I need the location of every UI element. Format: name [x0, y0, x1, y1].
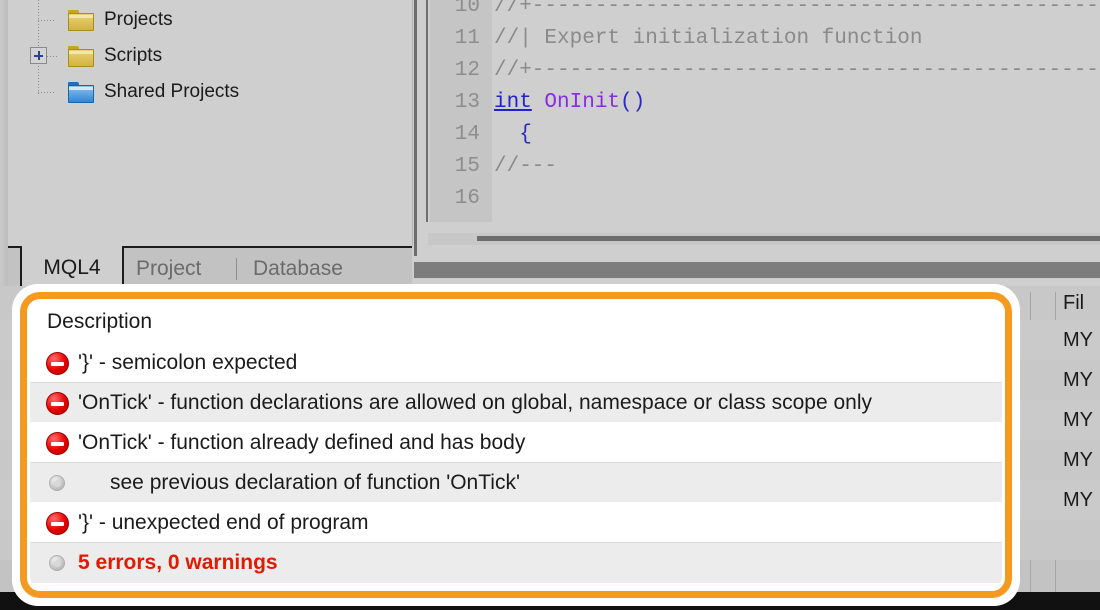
column-header-description[interactable]: Description [47, 310, 152, 334]
list-item-label: see previous declaration of function 'On… [110, 471, 520, 495]
list-item-label: '}' - semicolon expected [78, 351, 297, 375]
tree-item-label: Shared Projects [104, 81, 239, 103]
line-number: 12 [428, 59, 486, 82]
line-number: 10 [428, 0, 486, 18]
line-code-text: //| Expert initialization function [486, 27, 922, 50]
editor-horizontal-scrollbar-thumb[interactable] [477, 236, 1100, 241]
errors-summary-label: 5 errors, 0 warnings [78, 551, 278, 575]
line-number: 11 [428, 27, 486, 50]
error-icon [44, 391, 74, 415]
tab-mql4-label: MQL4 [43, 256, 100, 280]
list-item-label: '}' - unexpected end of program [78, 511, 369, 535]
column-header-file[interactable]: Fil [1063, 286, 1084, 320]
list-item[interactable]: 'OnTick' - function already defined and … [30, 422, 1002, 463]
tree-item-shared-projects[interactable]: Shared Projects [68, 74, 239, 110]
line-number: 13 [428, 91, 486, 114]
code-editor-panel: 10 //+----------------------------------… [414, 0, 1100, 256]
tree-guide-h-3 [38, 92, 54, 93]
code-line[interactable]: 11 //| Expert initialization function [428, 22, 922, 54]
line-number: 14 [428, 123, 486, 146]
line-code-text: //--- [486, 155, 557, 178]
error-icon [44, 511, 74, 535]
table-cell-file: MY [1063, 480, 1093, 520]
code-function-name: OnInit [544, 91, 620, 114]
tree-item-label: Projects [104, 9, 173, 31]
list-item[interactable]: '}' - semicolon expected [30, 342, 1002, 383]
code-editor-surface[interactable]: 10 //+----------------------------------… [426, 0, 1100, 222]
errors-list: Description '}' - semicolon expected 'On… [30, 302, 1002, 588]
tab-project-label: Project [136, 257, 201, 281]
list-item[interactable]: 'OnTick' - function declarations are all… [30, 382, 1002, 423]
list-item-label: 'OnTick' - function already defined and … [78, 431, 525, 455]
tree-item-label: Scripts [104, 45, 162, 67]
list-item[interactable]: see previous declaration of function 'On… [30, 462, 1002, 503]
table-cell-file: MY [1063, 360, 1093, 400]
navigator-tree-panel: Projects Scripts Shared Projects [8, 0, 413, 246]
code-line[interactable]: 14 { [428, 118, 532, 150]
tree-item-scripts[interactable]: Scripts [68, 38, 162, 74]
line-code-text: //+-------------------------------------… [486, 0, 1100, 18]
info-icon [44, 551, 74, 575]
tree-guide-h-2 [47, 56, 59, 57]
line-code-text: { [486, 123, 532, 146]
code-line[interactable]: 16 [428, 182, 494, 214]
code-line[interactable]: 10 //+----------------------------------… [428, 0, 1100, 22]
line-code-text: //+-------------------------------------… [486, 59, 1100, 82]
editor-bottom-divider [414, 262, 1100, 278]
code-line[interactable]: 15 //--- [428, 150, 557, 182]
tree-item-projects[interactable]: Projects [68, 2, 173, 38]
table-cell-file: MY [1063, 320, 1093, 360]
errors-list-header: Description [30, 302, 1002, 342]
code-line[interactable]: 13 int OnInit() [428, 86, 645, 118]
tab-database-label: Database [253, 257, 343, 281]
table-cell-file: MY [1063, 400, 1093, 440]
error-icon [44, 431, 74, 455]
error-icon [44, 351, 74, 375]
folder-blue-icon [68, 82, 94, 103]
app-window: ⋮ ≡ ⊢ Projects Scripts Shared Projects [0, 0, 1100, 610]
tree-guide-h-1 [38, 20, 54, 21]
tab-separator [236, 258, 237, 280]
list-item-summary[interactable]: 5 errors, 0 warnings [30, 542, 1002, 583]
code-punctuation: () [620, 91, 645, 114]
line-number: 16 [428, 187, 486, 210]
folder-yellow-icon [68, 46, 94, 67]
code-line[interactable]: 12 //+----------------------------------… [428, 54, 1100, 86]
info-icon [44, 471, 74, 495]
list-item-label: 'OnTick' - function declarations are all… [78, 391, 872, 415]
line-number: 15 [428, 155, 486, 178]
folder-yellow-icon [68, 10, 94, 31]
table-cell-file: MY [1063, 440, 1093, 480]
list-item[interactable]: '}' - unexpected end of program [30, 502, 1002, 543]
code-keyword: int [494, 91, 532, 114]
tree-expander-scripts[interactable] [30, 47, 47, 64]
